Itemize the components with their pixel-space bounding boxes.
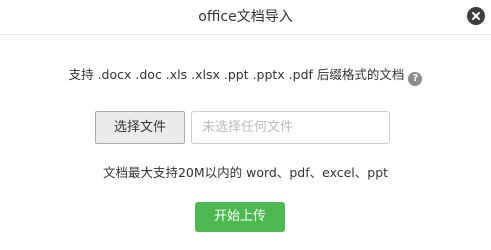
start-upload-button[interactable]: 开始上传 xyxy=(195,202,285,232)
dialog-title: office文档导入 xyxy=(198,9,293,25)
dialog-header: office文档导入 xyxy=(0,0,491,35)
supported-formats-text: 支持 .docx .doc .xls .xlsx .ppt .pptx .pdf… xyxy=(68,67,405,82)
question-circle-icon[interactable]: ? xyxy=(408,72,423,86)
import-dialog: office文档导入 支持 .docx .doc .xls .xlsx .ppt… xyxy=(0,0,491,250)
size-limit-text: 文档最大支持20M以内的 word、pdf、excel、ppt xyxy=(102,165,389,180)
close-icon xyxy=(472,12,480,20)
file-name-field[interactable] xyxy=(191,111,390,144)
supported-formats-hint: 支持 .docx .doc .xls .xlsx .ppt .pptx .pdf… xyxy=(0,66,491,86)
close-button[interactable] xyxy=(467,7,485,25)
choose-file-button[interactable]: 选择文件 xyxy=(95,111,185,144)
